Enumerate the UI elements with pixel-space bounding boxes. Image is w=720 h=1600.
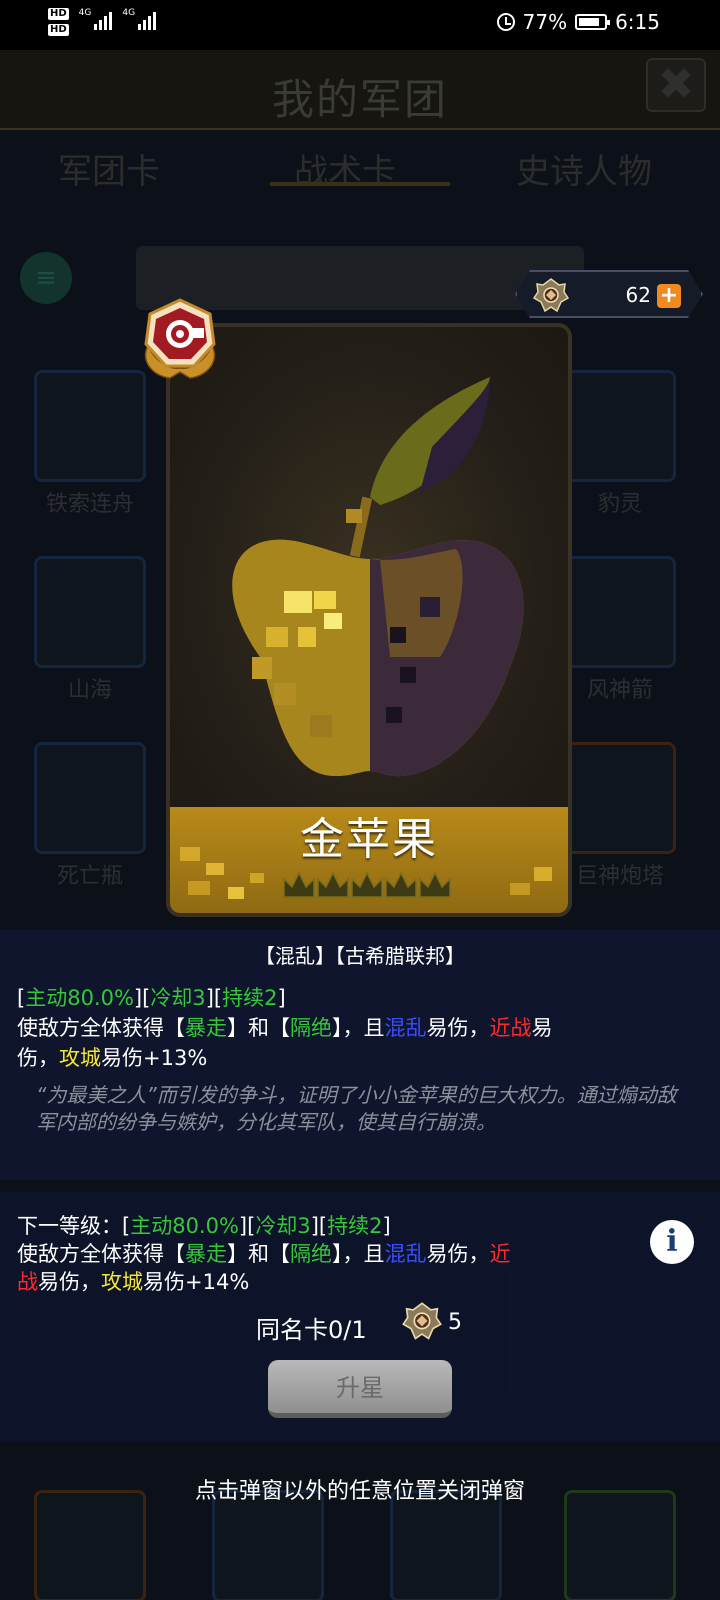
keyword-rampage: 暴走 [185,1016,227,1040]
keyword-melee: 近战 [489,1016,532,1040]
effect-line-2: 伤，攻城易伤+13% [17,1042,207,1072]
status-left: HD HD 4G 4G [48,8,157,36]
alarm-icon [496,13,515,31]
keyword-isolation: 隔绝 [290,1242,332,1266]
effect-text: 】，且 [332,1016,385,1040]
card-tile-2[interactable] [564,370,676,482]
medal-count: 62 [625,283,651,307]
card-tile-10[interactable] [564,1490,676,1600]
effect-text: 易伤+14% [143,1270,250,1294]
signal-icon-1: 4G [79,8,113,30]
card-label-5: 死亡瓶 [56,864,123,889]
crown-icon-5 [419,871,451,898]
tactic-card: 金苹果 [166,323,572,917]
card-tile-7[interactable] [34,1490,146,1600]
flavor-text: “为最美之人”而引发的争斗，证明了小小金苹果的巨大权力。通过煽动敌军内部的纷争与… [36,1083,677,1134]
effect-text: 使敌方全体获得【 [17,1016,185,1040]
card-tile-1[interactable] [34,370,146,482]
card-name: 金苹果 [300,814,438,865]
effect-text: 易 [531,1016,553,1040]
card-tile-5[interactable] [34,742,146,854]
close-icon[interactable]: ✖ [646,58,706,112]
keyword-melee: 近 [489,1242,511,1266]
duration: 持续2 [222,986,278,1010]
clock: 6:15 [615,10,660,34]
effect-text: 易伤， [426,1016,490,1040]
signal-icon-2: 4G [122,8,157,30]
card-label-3: 山海 [67,678,112,703]
cooldown: 冷却3 [150,986,206,1010]
effect-text: 】和【 [227,1242,290,1266]
tab-legion-cards[interactable]: 军团卡 [58,144,160,193]
effect-text: 】，且 [332,1242,385,1266]
effect-text: 易伤， [38,1270,101,1294]
next-active-chance: 主动80.0% [130,1214,239,1238]
description-panel: 【混乱】【古希腊联邦】 [主动80.0%][冷却3][持续2] 使敌方全体获得【… [0,930,720,1180]
duplicate-card-count: 同名卡0/1 [256,1316,367,1344]
add-medals-button[interactable]: + [657,284,681,308]
medal-emblem-icon [532,278,570,313]
star-crowns [283,871,451,898]
keyword-siege: 攻城 [59,1046,101,1070]
card-tile-3[interactable] [34,556,146,668]
background-header: 我的军团 ✖ [0,50,720,130]
network-type-1: 4G [78,8,92,18]
card-tags: 【混乱】【古希腊联邦】 [255,944,465,968]
active-tab-indicator [270,182,450,186]
card-tile-8[interactable] [212,1490,324,1600]
effect-text: 伤， [17,1046,59,1070]
effect-text: 】和【 [227,1016,290,1040]
close-hint: 点击弹窗以外的任意位置关闭弹窗 [194,1479,525,1504]
crown-icon-3 [351,871,383,898]
keyword-chaos: 混乱 [384,1016,427,1040]
next-effect-line-2: 战易伤，攻城易伤+14% [17,1266,249,1296]
card-tile-6[interactable] [564,742,676,854]
next-level-label: 下一等级： [17,1214,122,1238]
stats-line: [主动80.0%][冷却3][持续2] [17,986,286,1010]
keyword-melee: 战 [17,1270,38,1294]
card-artwork [170,327,568,807]
keyword-rampage: 暴走 [185,1242,227,1266]
network-type-2: 4G [122,8,136,18]
effect-line-1: 使敌方全体获得【暴走】和【隔绝】，且混乱易伤，近战易 [17,1012,553,1042]
active-chance: 主动80.0% [25,986,134,1010]
next-cooldown: 冷却3 [255,1214,311,1238]
upgrade-star-button[interactable]: 升星 [268,1360,452,1418]
info-icon[interactable]: i [650,1220,694,1264]
crown-icon-1 [283,871,315,898]
status-right: 77% 6:15 [496,10,660,34]
medal-cost: 5 [448,1310,462,1335]
card-tile-9[interactable] [390,1490,502,1600]
golden-apple-icon [232,377,524,777]
status-bar: HD HD 4G 4G 77% 6:15 [0,0,720,50]
next-stats-line: 下一等级：[主动80.0%][冷却3][持续2] [17,1214,391,1238]
keyword-siege: 攻城 [101,1270,143,1294]
card-tile-4[interactable] [564,556,676,668]
next-duration: 持续2 [327,1214,383,1238]
tab-epic-heroes[interactable]: 史诗人物 [516,144,652,193]
battery-icon [575,14,611,30]
card-label-1: 铁索连舟 [45,492,134,517]
effect-text: 使敌方全体获得【 [17,1242,185,1266]
hd-badge-1: HD [48,8,69,20]
list-icon[interactable]: ≡ [20,252,72,304]
crown-icon-2 [317,871,349,898]
duplicate-card-row: 同名卡0/1 5 [0,1300,720,1350]
keyword-isolation: 隔绝 [290,1016,332,1040]
next-level-panel: 下一等级：[主动80.0%][冷却3][持续2] 使敌方全体获得【暴走】和【隔绝… [0,1192,720,1442]
crown-icon-4 [385,871,417,898]
chaos-badge-icon [144,298,216,379]
page-title: 我的军团 [271,75,448,124]
medal-counter[interactable]: 62 + [515,270,703,318]
medal-emblem-icon [402,1302,442,1340]
hd-badge-2: HD [48,24,69,36]
effect-text: 易伤+13% [101,1046,208,1070]
keyword-chaos: 混乱 [384,1242,427,1266]
effect-text: 易伤， [426,1242,490,1266]
battery-percent: 77% [522,10,568,34]
next-effect-line-1: 使敌方全体获得【暴走】和【隔绝】，且混乱易伤，近 [17,1238,511,1268]
